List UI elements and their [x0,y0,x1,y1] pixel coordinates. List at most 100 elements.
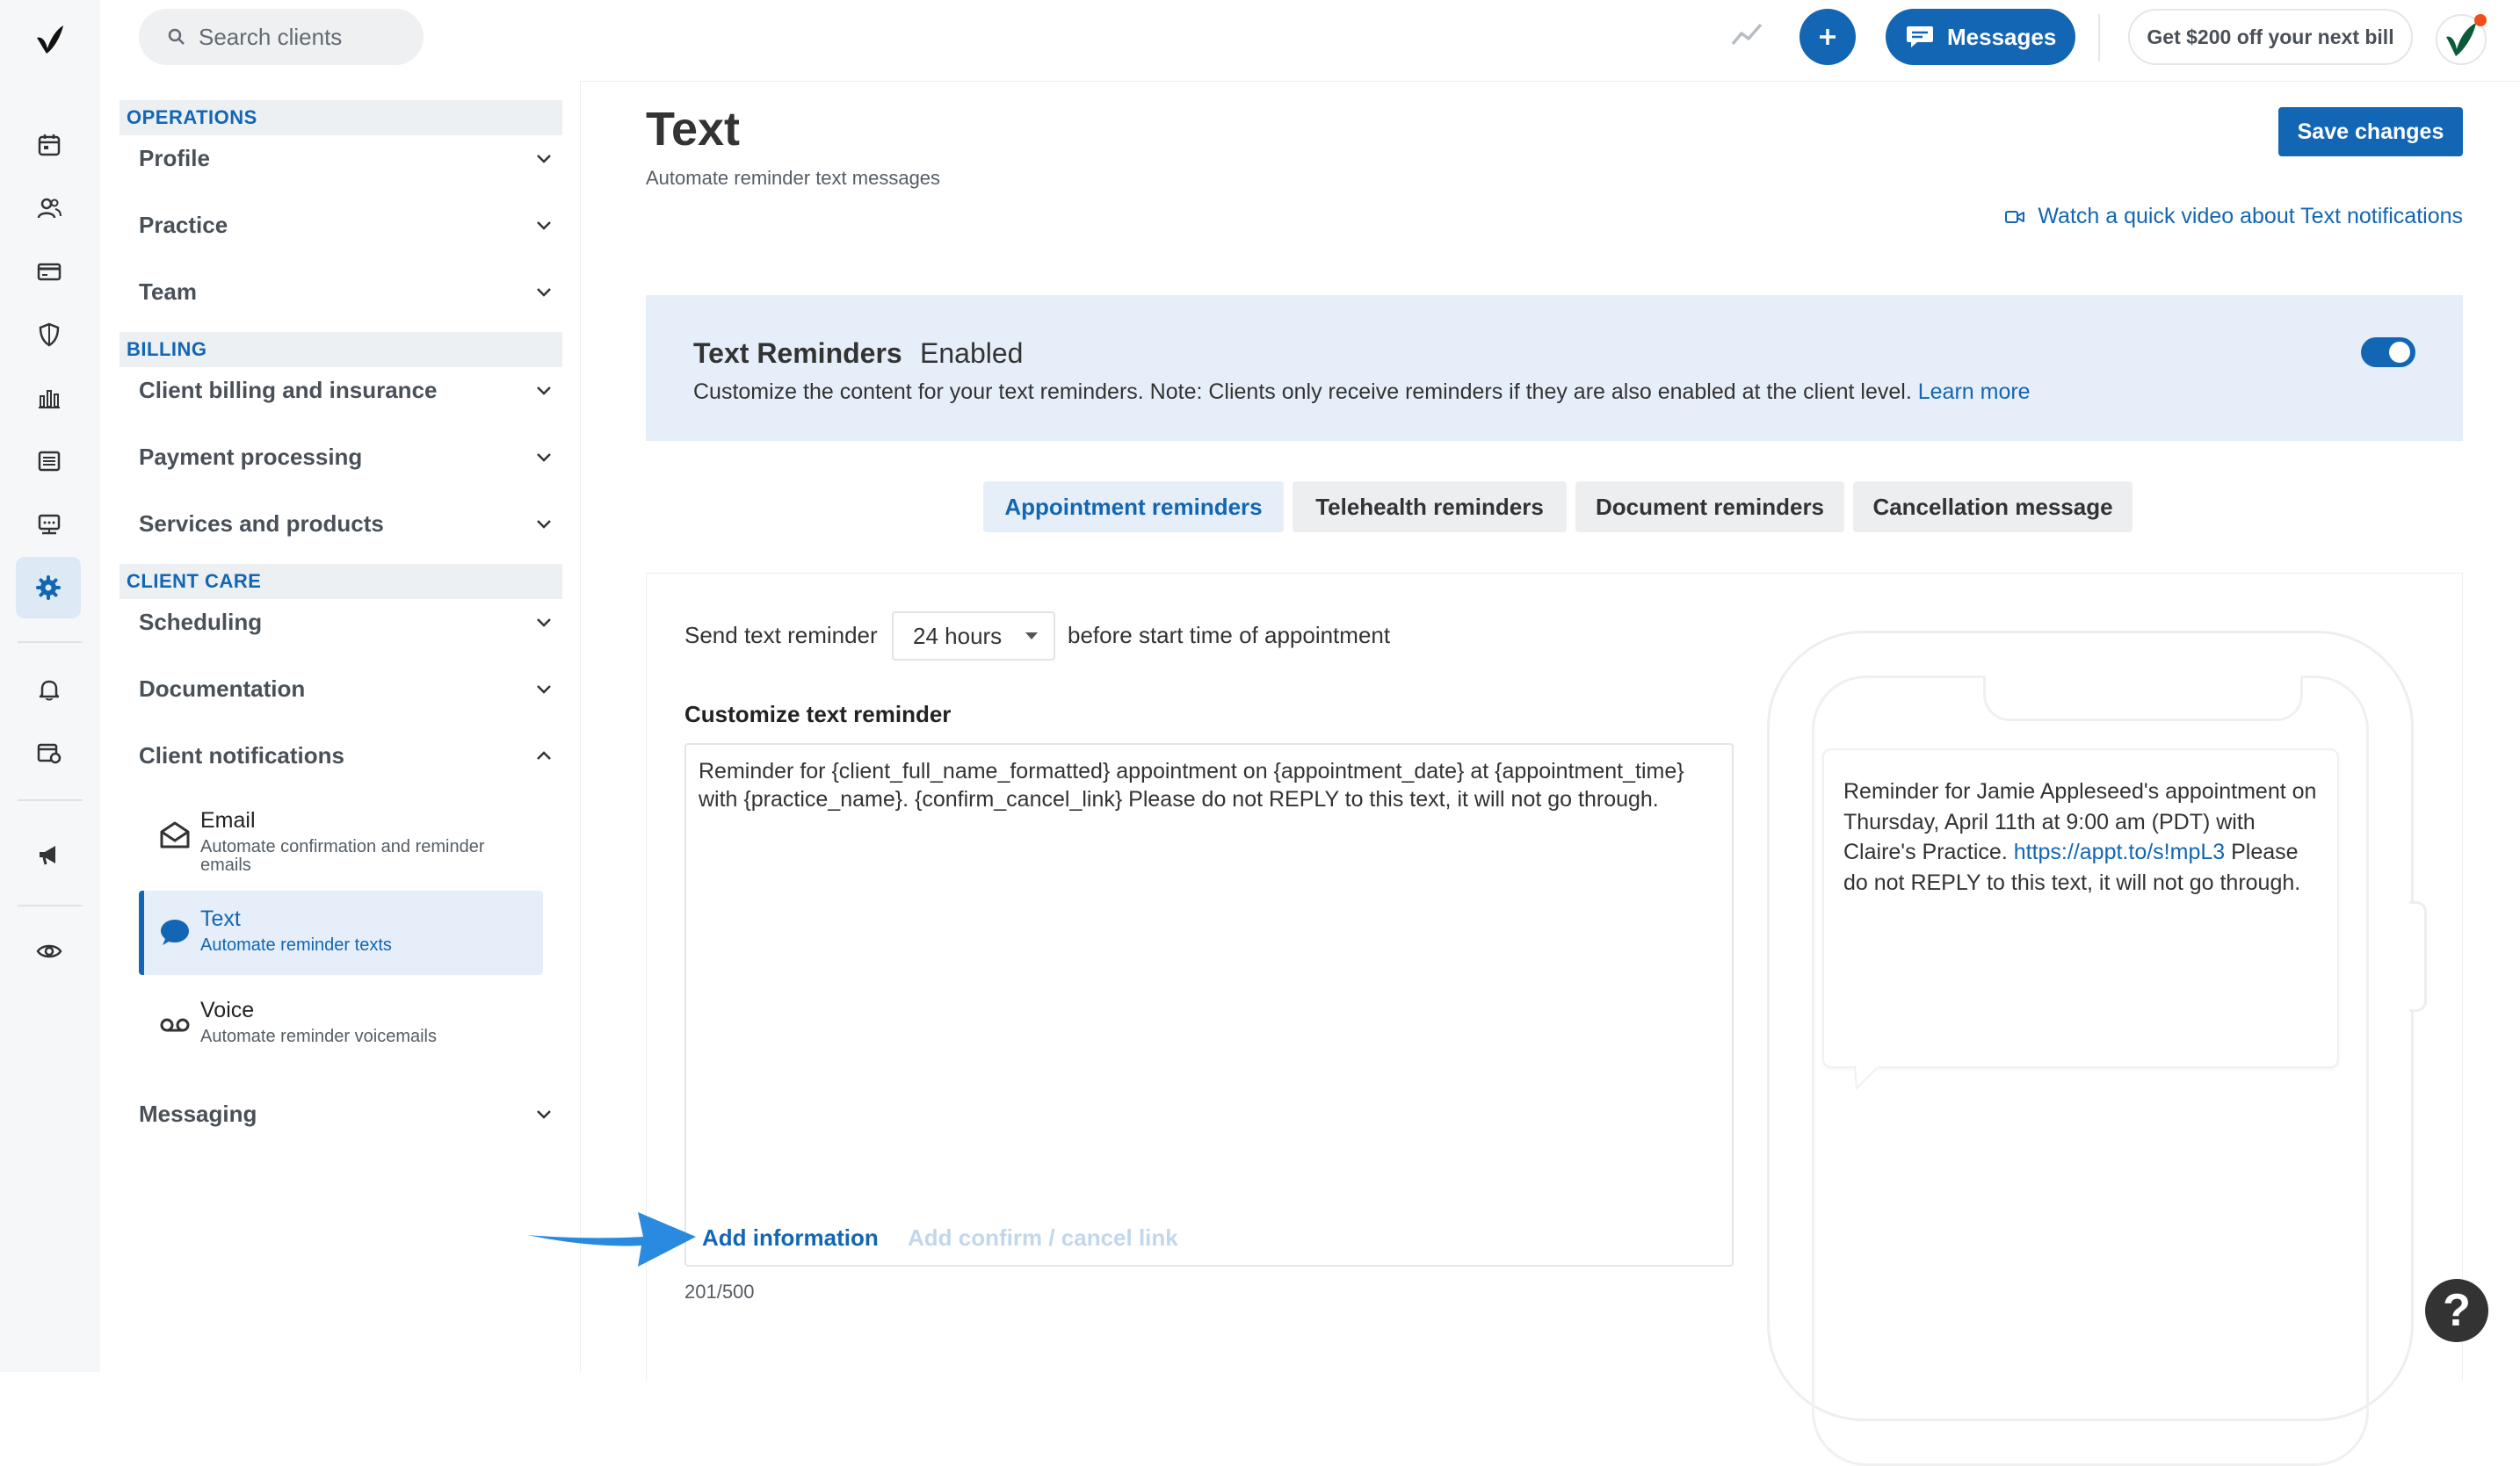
nav-item-label: Client notifications [139,741,344,769]
add-confirm-cancel-link-button[interactable]: Add confirm / cancel link [908,1224,1178,1252]
preview-message-bubble: Reminder for Jamie Appleseed's appointme… [1822,748,2339,1068]
reminder-hours-value: 24 hours [913,622,1003,649]
chevron-down-icon [537,618,551,627]
add-button[interactable] [1799,9,1856,65]
chevron-down-icon [537,1110,551,1119]
reminder-template-text[interactable]: Reminder for {client_full_name_formatted… [699,757,1721,813]
sub-item-title: Voice [200,998,255,1022]
banner-description: Customize the content for your text remi… [693,379,2031,405]
rail-divider [18,799,83,801]
nav-item-scheduling[interactable]: Scheduling [139,596,557,648]
nav-item-label: Team [139,278,197,305]
search-placeholder: Search clients [199,23,343,50]
send-reminder-label: Send text reminder [684,622,878,648]
tab-telehealth-reminders[interactable]: Telehealth reminders [1293,481,1567,532]
notifications-bell-icon[interactable] [29,669,69,710]
save-button[interactable]: Save changes [2278,107,2463,156]
sub-item-description: Automate reminder texts [200,935,392,955]
toggle-knob [2389,342,2410,363]
search-input[interactable]: Search clients [139,9,424,65]
voicemail-icon [158,1008,192,1042]
settings-gear-icon[interactable] [16,557,81,618]
sub-item-email[interactable]: Email Automate confirmation and reminder… [139,792,543,877]
reminder-textarea[interactable]: Reminder for {client_full_name_formatted… [684,743,1734,1267]
phone-side-button [2409,901,2427,1012]
section-heading-client-care: CLIENT CARE [119,564,562,599]
chevron-down-icon [537,221,551,230]
calendar-settings-icon[interactable] [29,733,69,773]
page-subtitle: Automate reminder text messages [646,167,941,189]
nav-item-team[interactable]: Team [139,265,557,318]
nav-item-label: Profile [139,144,210,171]
chevron-down-icon [537,288,551,297]
chevron-down-icon [537,155,551,163]
add-information-button[interactable]: Add information [702,1224,879,1252]
nav-item-documentation[interactable]: Documentation [139,662,557,715]
chat-icon [1905,24,1935,50]
after-label: before start time of appointment [1068,622,1391,648]
top-bar: Search clients Messages Get $200 off you… [100,0,2520,82]
banner-title: Text Reminders [693,337,902,369]
settings-sidebar: OPERATIONS Profile Practice Team BILLING… [100,81,581,1372]
nav-item-client-billing[interactable]: Client billing and insurance [139,364,557,416]
topbar-divider [2098,14,2100,61]
app-logo-icon[interactable] [29,19,69,60]
app-rail [0,0,101,1372]
user-avatar[interactable] [2434,12,2488,67]
tab-appointment-reminders[interactable]: Appointment reminders [983,481,1284,532]
nav-item-messaging[interactable]: Messaging [139,1087,557,1140]
section-heading-operations: OPERATIONS [119,100,562,135]
nav-item-label: Services and products [139,509,384,537]
nav-item-label: Payment processing [139,443,363,470]
nav-item-label: Client billing and insurance [139,376,438,403]
text-reminders-banner: Text Reminders Enabled Customize the con… [646,295,2463,441]
video-link[interactable]: Watch a quick video about Text notificat… [1983,204,2463,229]
chat-bubble-icon [158,915,192,949]
phone-notch [1983,675,2303,721]
sub-item-voice[interactable]: Voice Automate reminder voicemails [139,982,543,1066]
calendar-icon[interactable] [29,125,69,165]
nav-item-payment-processing[interactable]: Payment processing [139,430,557,483]
tab-cancellation-message[interactable]: Cancellation message [1853,481,2133,532]
sub-item-description: Automate confirmation and reminder email… [200,837,485,875]
main-content: Text Automate reminder text messages Sav… [581,81,2520,1466]
customize-label: Customize text reminder [684,701,952,727]
banner-description-text: Customize the content for your text remi… [693,379,1912,404]
chevron-down-icon [537,520,551,529]
tab-document-reminders[interactable]: Document reminders [1575,481,1844,532]
banner-status: Enabled [920,337,1024,369]
clients-icon[interactable] [29,188,69,228]
nav-item-profile[interactable]: Profile [139,132,557,184]
help-button[interactable]: ? [2425,1279,2488,1342]
nav-item-practice[interactable]: Practice [139,199,557,251]
preview-link[interactable]: https://appt.to/s!mpL3 [2014,840,2225,864]
megaphone-icon[interactable] [29,834,69,875]
search-icon [167,27,186,47]
learn-more-link[interactable]: Learn more [1918,379,2031,404]
eye-icon[interactable] [29,931,69,971]
preview-message: Reminder for Jamie Appleseed's appointme… [1843,776,2318,898]
analytics-icon[interactable] [29,378,69,418]
rail-divider [18,641,83,643]
messages-button[interactable]: Messages [1886,9,2075,65]
chevron-down-icon [537,685,551,694]
insurance-shield-icon[interactable] [29,314,69,355]
reminders-toggle[interactable] [2361,337,2415,367]
marketplace-icon[interactable] [29,504,69,545]
nav-item-services-products[interactable]: Services and products [139,497,557,550]
billing-card-icon[interactable] [29,251,69,292]
list-icon[interactable] [29,441,69,481]
trend-chart-icon[interactable] [1729,18,1764,53]
nav-item-label: Practice [139,211,228,238]
page-title: Text [646,103,741,155]
promo-button[interactable]: Get $200 off your next bill [2128,9,2413,65]
chevron-down-icon [537,386,551,395]
section-heading-billing: BILLING [119,332,562,367]
sub-item-description: Automate reminder voicemails [200,1027,437,1046]
character-count: 201/500 [684,1281,755,1303]
reminder-hours-select[interactable]: 24 hours [892,611,1055,661]
nav-item-client-notifications[interactable]: Client notifications [139,729,557,782]
nav-item-label: Documentation [139,675,306,702]
sub-item-text[interactable]: Text Automate reminder texts [139,891,543,975]
video-camera-icon [2004,209,2025,225]
